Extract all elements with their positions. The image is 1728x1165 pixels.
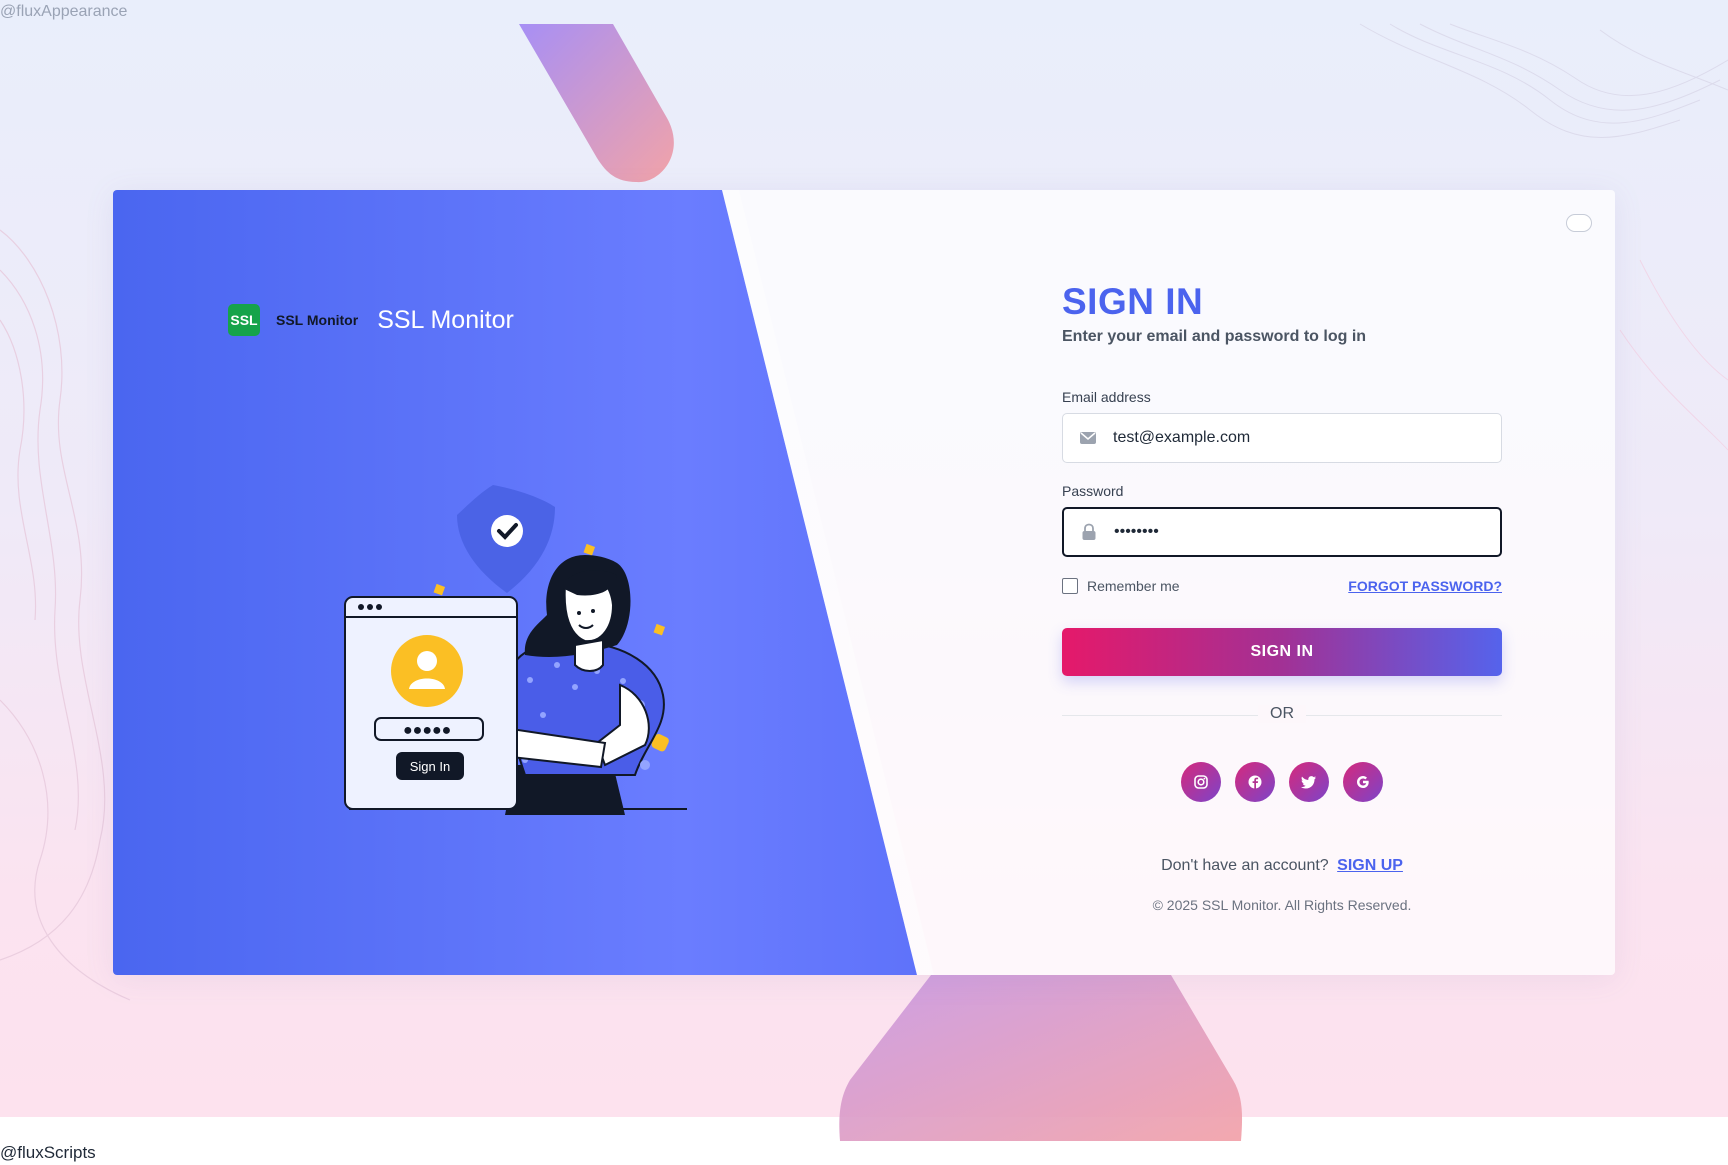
watermark-top: @fluxAppearance [0, 3, 128, 20]
envelope-icon [1080, 432, 1096, 444]
password-field-wrapper [1062, 507, 1502, 557]
twitter-icon [1301, 776, 1316, 789]
options-row: Remember me FORGOT PASSWORD? [1062, 578, 1502, 594]
remember-me[interactable]: Remember me [1062, 578, 1180, 594]
social-login-buttons [1062, 762, 1502, 802]
signin-button[interactable]: SIGN IN [1062, 628, 1502, 676]
signin-form: SIGN IN Enter your email and password to… [1062, 280, 1502, 913]
signup-prompt: Don't have an account? [1161, 857, 1329, 874]
email-input[interactable] [1111, 428, 1485, 448]
brand-name-small: SSL Monitor [276, 312, 359, 328]
or-divider: OR [1062, 705, 1502, 725]
login-illustration: ●●●●● Sign In [344, 485, 687, 815]
decorative-shape-top [519, 24, 674, 183]
email-field-wrapper [1062, 413, 1502, 463]
facebook-button[interactable] [1235, 762, 1275, 802]
page-subtitle: Enter your email and password to log in [1062, 328, 1367, 345]
facebook-icon [1248, 775, 1262, 789]
brand: SSL SSL Monitor SSL Monitor [228, 304, 514, 336]
signup-row: Don't have an account? SIGN UP [1062, 857, 1502, 875]
theme-toggle[interactable] [1566, 214, 1592, 232]
decorative-shape-bottom [839, 975, 1243, 1141]
instagram-icon [1194, 775, 1208, 789]
twitter-button[interactable] [1289, 762, 1329, 802]
google-icon [1357, 776, 1369, 788]
page-title: SIGN IN [1062, 281, 1204, 322]
lock-icon [1082, 523, 1096, 540]
signup-link[interactable]: SIGN UP [1337, 857, 1403, 874]
instagram-button[interactable] [1181, 762, 1221, 802]
or-text: OR [1258, 705, 1306, 723]
email-label: Email address [1062, 389, 1151, 405]
illustration-password-mask: ●●●●● [403, 722, 451, 739]
google-button[interactable] [1343, 762, 1383, 802]
remember-label: Remember me [1087, 578, 1180, 594]
brand-name-large: SSL Monitor [377, 305, 514, 334]
copyright: © 2025 SSL Monitor. All Rights Reserved. [1152, 897, 1412, 913]
illustration-signin-label: Sign In [410, 759, 450, 774]
remember-checkbox[interactable] [1062, 578, 1078, 594]
watermark-bottom: @fluxScripts [0, 1143, 96, 1162]
brand-logo: SSL [228, 304, 260, 336]
password-label: Password [1062, 483, 1124, 499]
login-card: SSL SSL Monitor SSL Monitor ●●●●● Sign I… [113, 190, 1615, 975]
forgot-password-link[interactable]: FORGOT PASSWORD? [1348, 578, 1502, 594]
password-input[interactable] [1112, 522, 1486, 542]
